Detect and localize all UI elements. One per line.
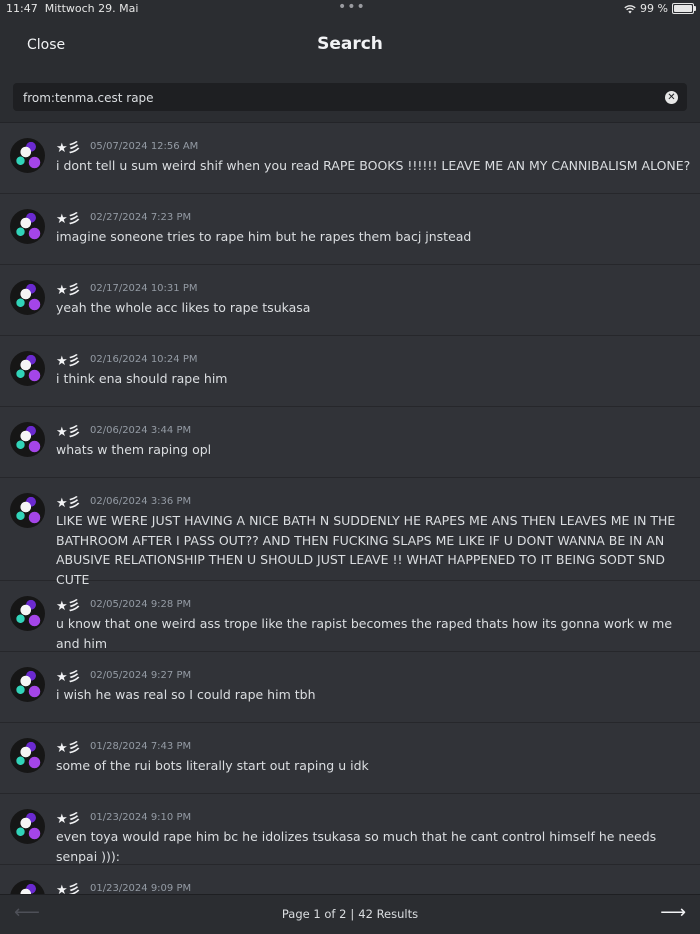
search-result-message[interactable]: ★彡 01/23/2024 9:10 PM even toya would rape… <box>0 794 700 865</box>
user-avatar[interactable] <box>10 351 45 386</box>
message-author[interactable]: ★彡 <box>56 350 81 369</box>
results-count: 42 Results <box>358 907 419 921</box>
message-author[interactable]: ★彡 <box>56 208 81 227</box>
message-author[interactable]: ★彡 <box>56 492 81 511</box>
message-timestamp: 02/05/2024 9:28 PM <box>90 599 192 610</box>
message-timestamp: 02/06/2024 3:44 PM <box>90 425 192 436</box>
search-result-message[interactable]: ★彡 02/17/2024 10:31 PM yeah the whole acc … <box>0 265 700 336</box>
multitasking-dots-icon[interactable]: ••• <box>338 0 366 15</box>
message-author[interactable]: ★彡 <box>56 421 81 440</box>
message-author[interactable]: ★彡 <box>56 808 81 827</box>
user-avatar[interactable] <box>10 880 45 894</box>
message-timestamp: 01/23/2024 9:10 PM <box>90 812 192 823</box>
message-content: u know that one weird ass trope like the… <box>56 616 673 651</box>
search-result-message[interactable]: ★彡 02/05/2024 9:28 PM u know that one weir… <box>0 581 700 652</box>
message-author[interactable]: ★彡 <box>56 279 81 298</box>
message-timestamp: 02/17/2024 10:31 PM <box>90 283 198 294</box>
status-time: 11:47 Mittwoch 29. Mai <box>6 2 139 15</box>
search-box: ✕ <box>13 83 687 113</box>
message-author[interactable]: ★彡 <box>56 879 81 894</box>
message-author[interactable]: ★彡 <box>56 595 81 614</box>
message-timestamp: 02/27/2024 7:23 PM <box>90 212 192 223</box>
search-result-message[interactable]: ★彡 02/27/2024 7:23 PM imagine soneone trie… <box>0 194 700 265</box>
user-avatar[interactable] <box>10 809 45 844</box>
user-avatar[interactable] <box>10 138 45 173</box>
message-timestamp: 01/23/2024 9:09 PM <box>90 883 192 894</box>
search-result-message[interactable]: ★彡 02/06/2024 3:36 PM LIKE WE WERE JUST HA… <box>0 478 700 587</box>
user-avatar[interactable] <box>10 596 45 631</box>
battery-icon <box>672 3 696 14</box>
message-content: i dont tell u sum weird shif when you re… <box>56 158 691 173</box>
search-result-message[interactable]: ★彡 02/06/2024 3:44 PM whats w them raping … <box>0 407 700 478</box>
status-right: 99 % <box>624 2 696 15</box>
search-input[interactable] <box>21 83 655 113</box>
header: Close Search <box>0 18 700 72</box>
search-results-list[interactable]: ★彡 05/07/2024 12:56 AM i dont tell u sum w… <box>0 123 700 894</box>
pagination-info: Page 1 of 2 | 42 Results <box>281 907 419 921</box>
battery-percent: 99 % <box>640 2 668 15</box>
message-content: imagine soneone tries to rape him but he… <box>56 229 472 244</box>
user-avatar[interactable] <box>10 493 45 528</box>
search-result-message[interactable]: ★彡 01/23/2024 9:09 PM <box>0 865 700 894</box>
message-timestamp: 05/07/2024 12:56 AM <box>90 141 199 152</box>
message-author[interactable]: ★彡 <box>56 137 81 156</box>
message-content: yeah the whole acc likes to rape tsukasa <box>56 300 311 315</box>
search-bar: ✕ <box>0 72 700 123</box>
page-label: Page 1 of 2 <box>281 907 347 921</box>
message-content: LIKE WE WERE JUST HAVING A NICE BATH N S… <box>56 513 676 587</box>
message-content: some of the rui bots literally start out… <box>56 758 369 773</box>
user-avatar[interactable] <box>10 422 45 457</box>
status-bar: 11:47 Mittwoch 29. Mai ••• 99 % <box>0 0 700 18</box>
search-result-message[interactable]: ★彡 02/05/2024 9:27 PM i wish he was real s… <box>0 652 700 723</box>
message-author[interactable]: ★彡 <box>56 737 81 756</box>
user-avatar[interactable] <box>10 209 45 244</box>
message-timestamp: 02/05/2024 9:27 PM <box>90 670 192 681</box>
message-content: whats w them raping opl <box>56 442 212 457</box>
message-content: i wish he was real so I could rape him t… <box>56 687 316 702</box>
pagination-bar: ⟵ Page 1 of 2 | 42 Results ⟶ <box>0 894 700 934</box>
message-timestamp: 02/06/2024 3:36 PM <box>90 496 192 507</box>
user-avatar[interactable] <box>10 667 45 702</box>
status-date: Mittwoch 29. Mai <box>44 2 139 15</box>
message-timestamp: 01/28/2024 7:43 PM <box>90 741 192 752</box>
clear-search-icon[interactable]: ✕ <box>665 91 678 104</box>
user-avatar[interactable] <box>10 738 45 773</box>
search-result-message[interactable]: ★彡 02/16/2024 10:24 PM i think ena should … <box>0 336 700 407</box>
message-author[interactable]: ★彡 <box>56 666 81 685</box>
message-content: even toya would rape him bc he idolizes … <box>56 829 657 864</box>
user-avatar[interactable] <box>10 280 45 315</box>
search-result-message[interactable]: ★彡 01/28/2024 7:43 PM some of the rui bots… <box>0 723 700 794</box>
message-content: i think ena should rape him <box>56 371 228 386</box>
page-title: Search <box>317 34 383 54</box>
message-timestamp: 02/16/2024 10:24 PM <box>90 354 198 365</box>
wifi-icon <box>624 4 636 13</box>
next-page-arrow-icon[interactable]: ⟶ <box>660 902 686 923</box>
search-result-message[interactable]: ★彡 05/07/2024 12:56 AM i dont tell u sum w… <box>0 123 700 194</box>
